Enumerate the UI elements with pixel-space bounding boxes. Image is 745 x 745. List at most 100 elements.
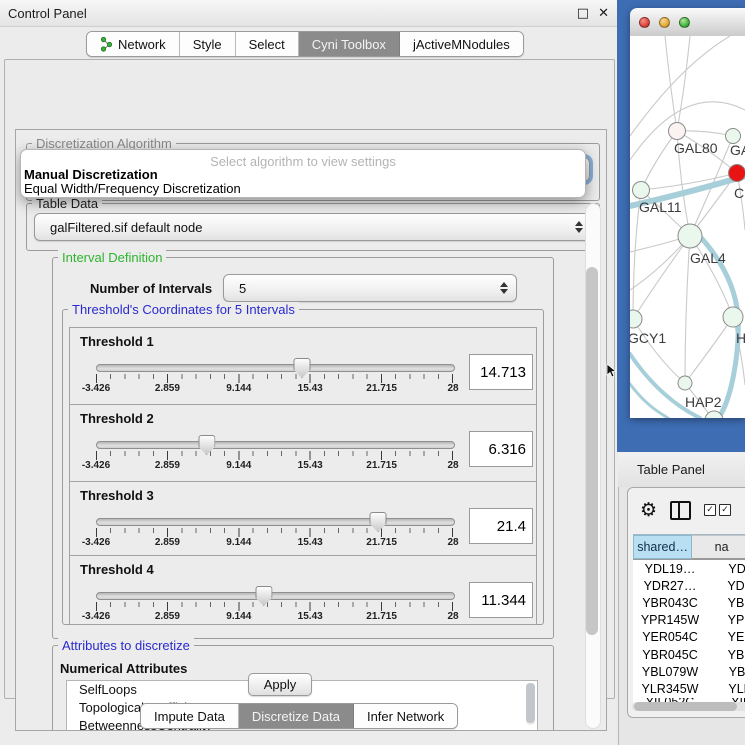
node-label-gal11: GAL11	[639, 199, 682, 215]
mouse-cursor	[606, 364, 618, 378]
table-row[interactable]: YPR145WYPR1	[633, 612, 745, 629]
apply-button[interactable]: Apply	[248, 673, 312, 696]
node-selected-red[interactable]	[729, 165, 745, 182]
tab-style[interactable]: Style	[180, 32, 236, 56]
slider-scale-labels: -3.4262.859 9.14415.43 21.71528	[96, 383, 453, 396]
discretize-settings-panel: Discretization Algorithm Select algorith…	[15, 129, 607, 731]
tab-jactivemnodules[interactable]: jActiveMNodules	[400, 32, 523, 56]
table-data-group-label: Table Data	[32, 196, 102, 211]
interval-definition-group-label: Interval Definition	[58, 250, 166, 265]
close-traffic-light[interactable]	[639, 17, 650, 28]
tab-cyni-toolbox-label: Cyni Toolbox	[312, 37, 386, 52]
threshold-3-value-field[interactable]: 21.4	[469, 508, 533, 544]
threshold-2-label: Threshold 2	[80, 411, 154, 426]
table-panel-title: Table Panel	[637, 462, 705, 477]
network-view-window: GAL80 GA C GAL11 GAL4 GCY1 H HAP2	[617, 0, 745, 452]
table-panel-card: ⚙ ✓ ✓ shared… na YDL19…YDL1 YDR27…YDR2 Y…	[627, 487, 745, 718]
select-columns-icon[interactable]: ✓ ✓	[704, 504, 731, 516]
threshold-3-panel: Threshold 3 -3.4262.859 9.14415.43 21.71…	[69, 481, 537, 557]
number-of-intervals-label: Number of Intervals	[90, 281, 212, 296]
node-gal4[interactable]	[678, 224, 702, 248]
threshold-4-label: Threshold 4	[80, 562, 154, 577]
control-panel-titlebar: Control Panel □ ✕	[0, 0, 618, 27]
list-scrollbar[interactable]	[526, 683, 535, 725]
combo-stepper-icon[interactable]	[575, 221, 583, 233]
tab-infer-network[interactable]: Infer Network	[354, 704, 457, 728]
slider-track[interactable]	[96, 441, 455, 449]
table-row[interactable]: YER054CYER0	[633, 629, 745, 646]
node-label-gcy1: GCY1	[630, 330, 666, 346]
number-of-intervals-combo[interactable]: 5	[223, 274, 517, 302]
node-label-hap2: HAP2	[685, 394, 722, 410]
tab-cyni-toolbox[interactable]: Cyni Toolbox	[299, 32, 400, 56]
tab-impute-data[interactable]: Impute Data	[141, 704, 239, 728]
table-row[interactable]: YBL079WYBL0	[633, 663, 745, 680]
tab-jactivemnodules-label: jActiveMNodules	[413, 37, 510, 52]
threshold-2-panel: Threshold 2 -3.4262.859 9.14415.43 21.71…	[69, 404, 537, 483]
table-row[interactable]: YLR345WYLR3	[633, 680, 745, 697]
attributes-group-label: Attributes to discretize	[58, 638, 194, 653]
gear-icon[interactable]: ⚙	[640, 499, 657, 521]
network-icon	[100, 37, 113, 52]
close-window-icon[interactable]: ✕	[598, 6, 609, 21]
threshold-1-label: Threshold 1	[80, 334, 154, 349]
slider-track[interactable]	[96, 518, 455, 526]
node-gal80[interactable]	[669, 123, 686, 140]
tab-network[interactable]: Network	[87, 32, 180, 56]
threshold-1-panel: Threshold 1 -3.4262.859 9.14415.43 21.71…	[69, 327, 537, 406]
table-row[interactable]: YBR043CYBR0	[633, 594, 745, 611]
tab-select-label: Select	[249, 37, 285, 52]
slider-track[interactable]	[96, 364, 455, 372]
tab-select[interactable]: Select	[236, 32, 299, 56]
float-window-icon[interactable]: □	[577, 6, 589, 21]
threshold-4-panel: Threshold 4 -3.4262.859 9.14415.43 21.71…	[69, 555, 537, 625]
popup-option-equal-width-frequency[interactable]: Equal Width/Frequency Discretization	[24, 181, 241, 196]
tab-infer-network-label: Infer Network	[367, 709, 444, 724]
minimize-traffic-light[interactable]	[659, 17, 670, 28]
table-row[interactable]: YBR045CYBR0	[633, 646, 745, 663]
cyni-bottom-tabbar: Impute Data Discretize Data Infer Networ…	[140, 703, 458, 729]
network-mac-window: GAL80 GA C GAL11 GAL4 GCY1 H HAP2	[630, 8, 745, 418]
zoom-traffic-light[interactable]	[679, 17, 690, 28]
tab-discretize-data[interactable]: Discretize Data	[239, 704, 354, 728]
node-label-partial: C	[734, 185, 744, 201]
table-row[interactable]: YDL19…YDL1	[633, 560, 745, 577]
tab-impute-data-label: Impute Data	[154, 709, 225, 724]
node-hap2[interactable]	[678, 376, 692, 390]
slider-major-ticks	[96, 602, 453, 611]
window-title: Control Panel	[8, 6, 87, 21]
network-canvas[interactable]: GAL80 GA C GAL11 GAL4 GCY1 H HAP2	[630, 36, 745, 418]
threshold-3-slider[interactable]: -3.4262.859 9.14415.43 21.71528	[96, 512, 453, 552]
numerical-attributes-label: Numerical Attributes	[60, 661, 187, 676]
node-label-gal4: GAL4	[690, 250, 726, 266]
node-gcy1[interactable]	[630, 310, 642, 328]
threshold-4-slider[interactable]: -3.4262.859 9.14415.43 21.71528	[96, 586, 453, 626]
table-horizontal-scrollbar[interactable]	[632, 702, 745, 711]
slider-scale-labels: -3.4262.859 9.14415.43 21.71528	[96, 460, 453, 473]
tab-discretize-data-label: Discretize Data	[252, 709, 340, 724]
node-gal11[interactable]	[633, 182, 650, 199]
table-row[interactable]: YDR27…YDR2	[633, 577, 745, 594]
node-his[interactable]	[723, 307, 743, 327]
column-layout-icon[interactable]	[670, 501, 691, 520]
combo-stepper-icon[interactable]	[500, 282, 508, 294]
table-data-combo-value: galFiltered.sif default node	[50, 220, 202, 235]
threshold-2-value-field[interactable]: 6.316	[469, 431, 533, 467]
slider-track[interactable]	[96, 592, 455, 600]
threshold-1-slider[interactable]: -3.4262.859 9.14415.43 21.71528	[96, 358, 453, 398]
cyni-toolbox-panel: Discretization Algorithm Select algorith…	[4, 59, 615, 699]
column-header-name[interactable]: na	[692, 535, 745, 559]
threshold-4-value-field[interactable]: 11.344	[469, 582, 533, 618]
slider-scale-labels: -3.4262.859 9.14415.43 21.71528	[96, 611, 453, 624]
settings-scrollbar-thumb[interactable]	[586, 267, 598, 635]
slider-major-ticks	[96, 451, 453, 460]
threshold-2-slider[interactable]: -3.4262.859 9.14415.43 21.71528	[96, 435, 453, 475]
slider-major-ticks	[96, 374, 453, 383]
threshold-1-value-field[interactable]: 14.713	[469, 354, 533, 390]
node-attribute-table[interactable]: shared… na YDL19…YDL1 YDR27…YDR2 YBR043C…	[633, 534, 745, 706]
popup-option-manual-discretization[interactable]: Manual Discretization	[24, 167, 158, 182]
table-data-combo[interactable]: galFiltered.sif default node	[34, 213, 592, 241]
tab-style-label: Style	[193, 37, 222, 52]
network-window-titlebar	[630, 8, 745, 37]
column-header-shared-name[interactable]: shared…	[633, 535, 692, 559]
